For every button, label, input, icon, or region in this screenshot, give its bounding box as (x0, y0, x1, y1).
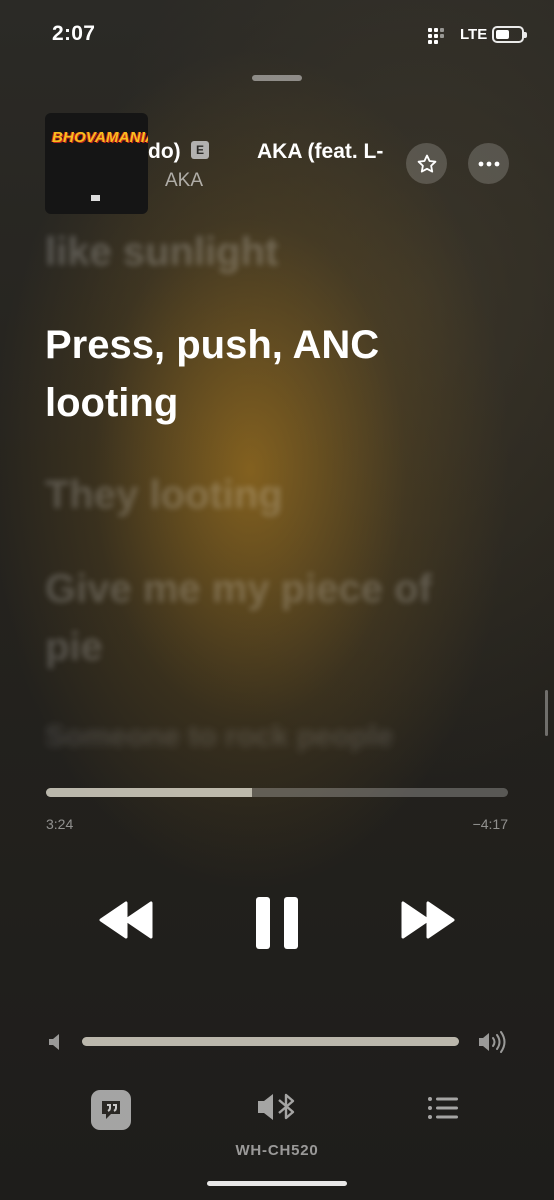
speaker-low-icon (47, 1032, 65, 1057)
queue-button[interactable] (427, 1096, 459, 1125)
volume-level-fill (82, 1037, 459, 1046)
rewind-button[interactable] (98, 895, 154, 950)
battery-icon (492, 26, 527, 43)
pause-button[interactable] (254, 895, 300, 956)
speaker-high-icon (477, 1030, 507, 1059)
artist-name[interactable]: AKA (165, 170, 203, 192)
song-title-fragment: do) (148, 140, 181, 163)
lyric-line-next[interactable]: They looting (45, 467, 283, 523)
network-type: LTE (460, 26, 488, 43)
elapsed-time: 3:24 (46, 816, 74, 832)
playback-progress-fill (46, 788, 252, 797)
lyric-line-next[interactable]: Someone to rock people (45, 715, 393, 759)
pause-icon (256, 897, 298, 949)
explicit-badge: E (191, 141, 209, 159)
lyrics-button[interactable] (91, 1090, 131, 1130)
signal-icon (428, 28, 454, 44)
status-time: 2:07 (52, 22, 96, 45)
song-title: AKA (feat. L- (257, 140, 384, 163)
rewind-icon (99, 901, 153, 939)
remaining-time: −4:17 (472, 816, 508, 832)
parental-advisory-icon (91, 195, 100, 201)
more-button[interactable] (468, 143, 509, 184)
lyrics-icon (102, 1101, 120, 1119)
volume-slider[interactable] (82, 1037, 459, 1046)
home-indicator[interactable] (207, 1181, 347, 1186)
artwork-logo: BHOVAMANIA (52, 129, 148, 146)
lyrics-scroll-indicator[interactable] (545, 690, 548, 736)
lyric-line-active[interactable]: Press, push, ANC looting (45, 316, 445, 432)
more-icon (478, 161, 499, 166)
audio-output-button[interactable] (256, 1090, 300, 1129)
fast-forward-icon (401, 901, 455, 939)
playback-scrubber[interactable] (46, 788, 508, 797)
lyric-line-next[interactable]: Give me my piece of pie (45, 560, 465, 676)
sheet-grabber[interactable] (252, 75, 302, 81)
fast-forward-button[interactable] (400, 895, 456, 950)
output-device-name: WH-CH520 (235, 1142, 319, 1159)
queue-icon (428, 1097, 458, 1119)
lyric-line-previous[interactable]: like sunlight (45, 224, 278, 280)
star-icon (417, 154, 436, 173)
bluetooth-speaker-icon (258, 1093, 295, 1120)
favorite-button[interactable] (406, 143, 447, 184)
album-artwork[interactable]: BHOVAMANIA (45, 113, 148, 214)
